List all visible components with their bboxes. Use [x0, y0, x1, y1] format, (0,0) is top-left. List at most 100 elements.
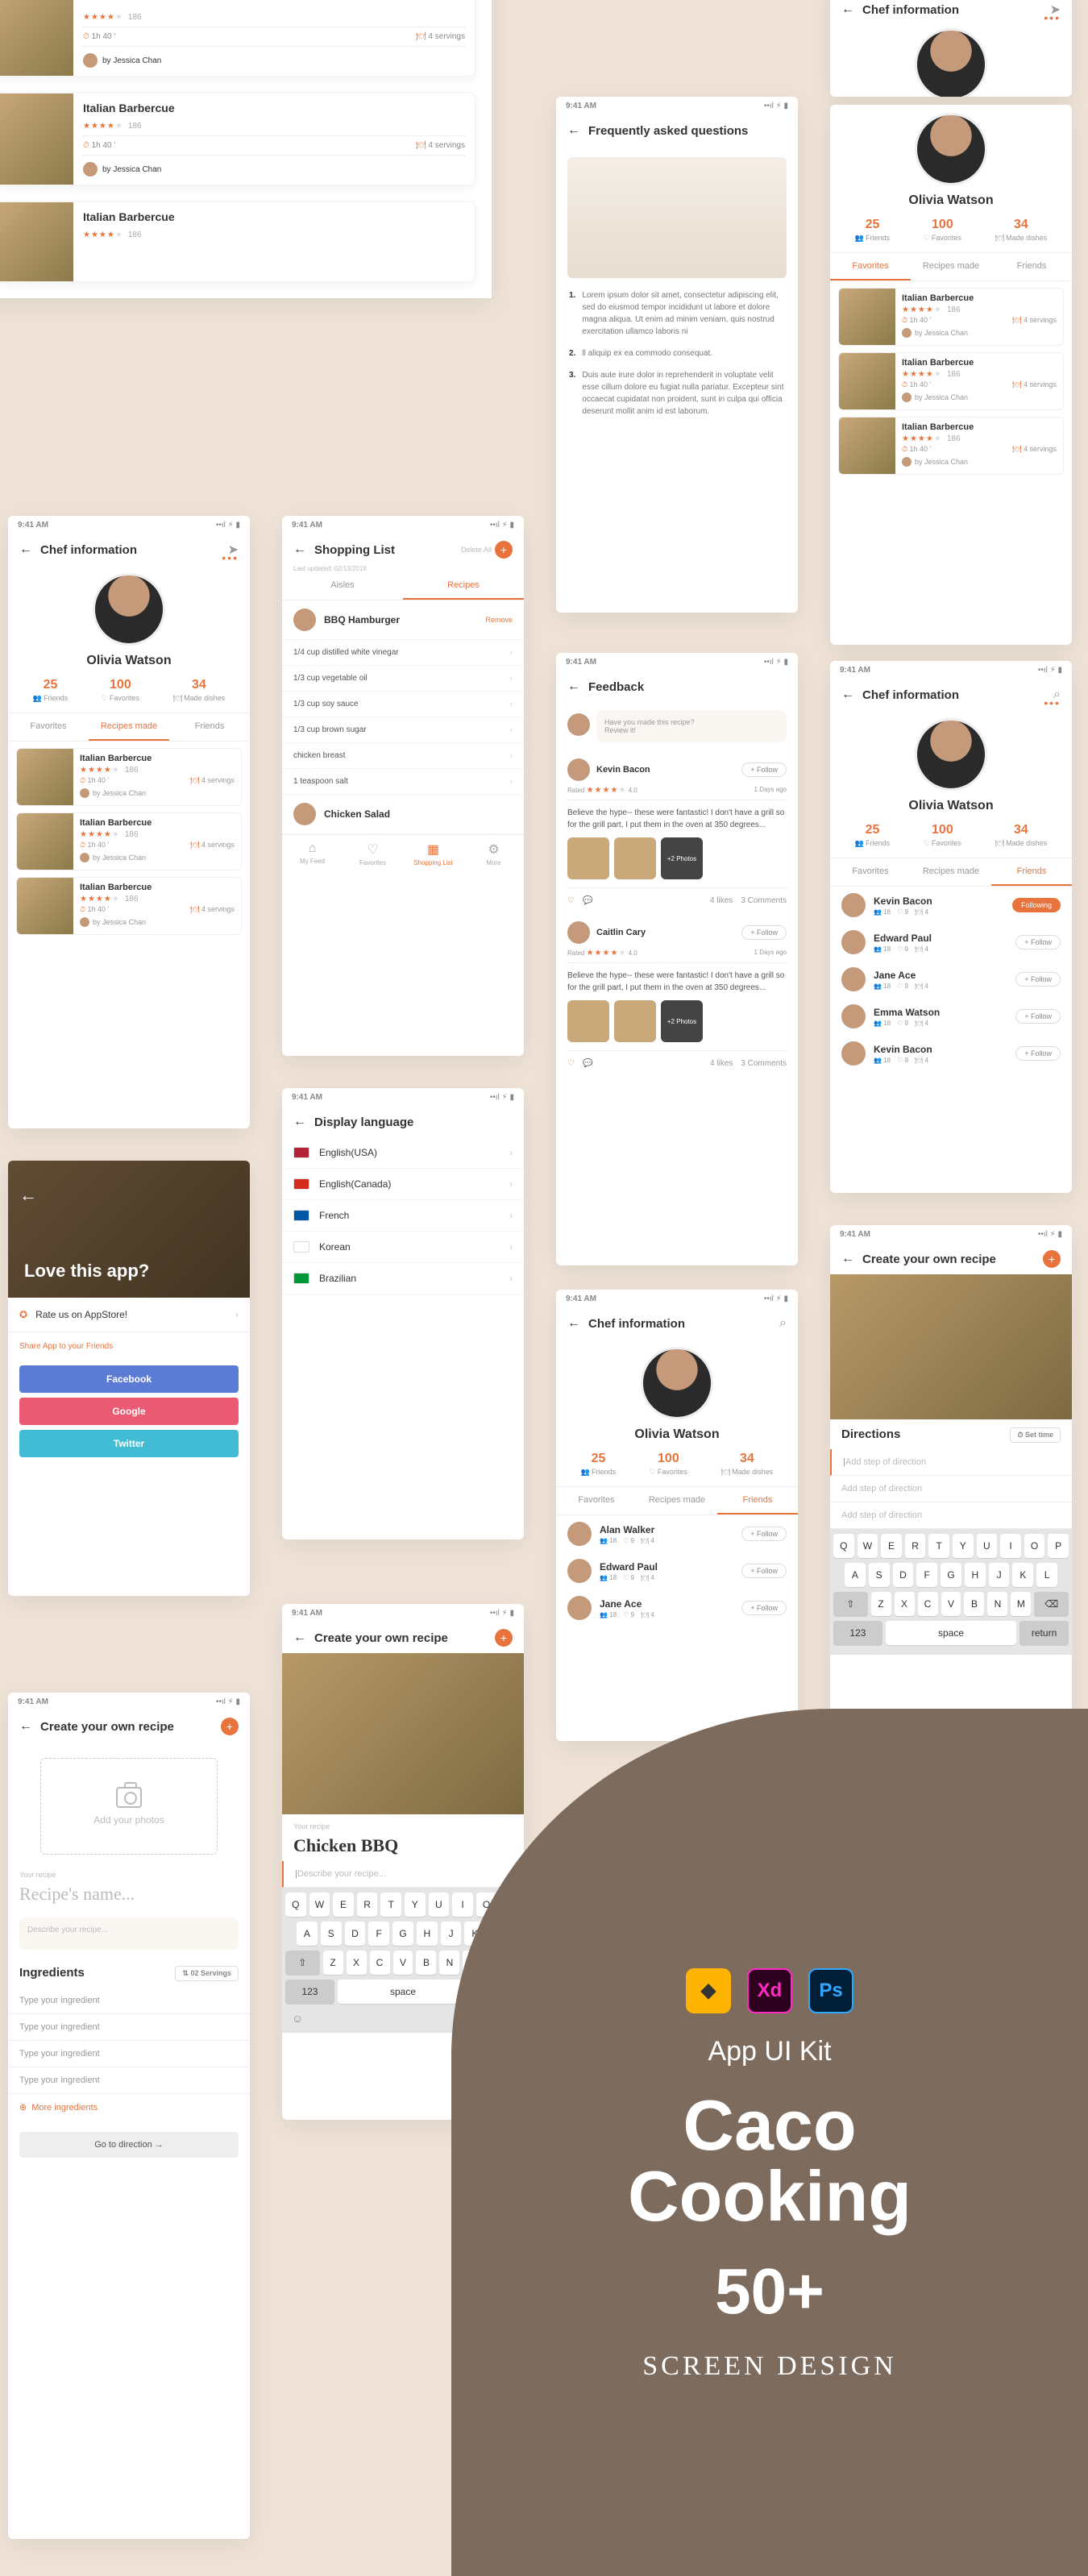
language-row[interactable]: English(Canada)› [282, 1169, 524, 1200]
ingredient-row[interactable]: 1 teaspoon salt› [282, 769, 524, 795]
servings-stepper[interactable]: ⇅ 02 Servings [175, 1966, 239, 1981]
add-photo-zone[interactable]: Add your photos [40, 1758, 218, 1855]
shopping-recipe-row[interactable]: BBQ HamburgerRemove [282, 600, 524, 640]
key[interactable]: Z [871, 1592, 891, 1616]
recipe-desc-input[interactable]: |Describe your recipe... [282, 1861, 524, 1888]
stat-favorites[interactable]: 100♡Favorites [102, 678, 139, 703]
recipe-name-input[interactable]: Chicken BBQ [282, 1830, 524, 1861]
friend-avatar[interactable] [841, 967, 866, 991]
ingredient-input[interactable]: Type your ingredient [8, 1988, 250, 2014]
set-time-button[interactable]: ⏱ Set time [1010, 1427, 1061, 1443]
key[interactable]: R [905, 1534, 926, 1558]
key[interactable]: I [1000, 1534, 1021, 1558]
google-button[interactable]: Google [19, 1398, 239, 1425]
add-button[interactable]: + [1043, 1250, 1061, 1268]
key[interactable]: T [928, 1534, 949, 1558]
key[interactable]: Z [323, 1951, 343, 1975]
small-recipe-card[interactable]: Italian Barbercue ★★★★★186 ⏱ 1h 40 '🍽 4 … [16, 877, 242, 935]
ingredient-row[interactable]: 1/4 cup distilled white vinegar› [282, 640, 524, 666]
tab-friends[interactable]: Friends [169, 713, 250, 741]
back-icon[interactable]: ← [567, 1316, 580, 1331]
more-photos[interactable]: +2 Photos [661, 1000, 703, 1042]
ingredient-input[interactable]: Type your ingredient [8, 2041, 250, 2067]
tab-favorites[interactable]: Favorites [8, 713, 89, 741]
ingredient-row[interactable]: chicken breast› [282, 743, 524, 769]
more-dots-icon[interactable]: ••• [222, 551, 239, 564]
follow-button[interactable]: + Follow [1015, 1009, 1061, 1024]
key[interactable]: Y [405, 1893, 426, 1917]
ingredient-row[interactable]: 1/3 cup soy sauce› [282, 692, 524, 717]
comment-icon[interactable]: 💬 [583, 1059, 592, 1068]
back-icon[interactable]: ← [567, 123, 580, 138]
key[interactable]: G [941, 1563, 961, 1587]
nav-more[interactable]: ⚙More [463, 841, 524, 866]
comment-icon[interactable]: 💬 [583, 896, 592, 905]
more-dots-icon[interactable]: ••• [1044, 11, 1061, 24]
key[interactable]: U [977, 1534, 998, 1558]
language-row[interactable]: Korean› [282, 1232, 524, 1263]
back-icon[interactable]: ← [567, 679, 580, 694]
key[interactable]: E [333, 1893, 354, 1917]
remove-button[interactable]: Remove [485, 616, 513, 624]
follow-button[interactable]: + Follow [1015, 1046, 1061, 1061]
stat-friends[interactable]: 25👥Friends [33, 678, 68, 703]
more-dots-icon[interactable]: ••• [1044, 696, 1061, 709]
key[interactable]: O [1024, 1534, 1045, 1558]
key[interactable]: H [417, 1922, 438, 1946]
like-icon[interactable]: ♡ [567, 896, 575, 905]
nav-favorites[interactable]: ♡Favorites [343, 841, 403, 866]
post-photo[interactable] [614, 1000, 656, 1042]
key[interactable]: W [309, 1893, 330, 1917]
key[interactable]: Q [285, 1893, 306, 1917]
more-ingredients-button[interactable]: ⊕More ingredients [8, 2094, 250, 2121]
key[interactable]: T [380, 1893, 401, 1917]
key[interactable]: L [1036, 1563, 1057, 1587]
post-photo[interactable] [614, 837, 656, 879]
direction-step-input[interactable]: |Add step of direction [830, 1449, 1072, 1476]
key[interactable]: R [357, 1893, 378, 1917]
tab-aisles[interactable]: Aisles [282, 572, 403, 600]
back-icon[interactable]: ← [841, 1252, 854, 1266]
nav-shopping[interactable]: ▦Shopping List [403, 841, 463, 866]
tab-recipes[interactable]: Recipes [403, 572, 524, 600]
key[interactable]: Y [953, 1534, 974, 1558]
recipe-name-input[interactable]: Recipe's name... [8, 1879, 250, 1909]
add-button[interactable]: + [495, 1629, 513, 1647]
add-button[interactable]: + [495, 541, 513, 559]
key[interactable]: U [429, 1893, 450, 1917]
twitter-button[interactable]: Twitter [19, 1430, 239, 1457]
shift-key[interactable]: ⇧ [285, 1951, 320, 1975]
like-icon[interactable]: ♡ [567, 1059, 575, 1068]
back-icon[interactable]: ← [841, 688, 854, 702]
key[interactable]: K [1012, 1563, 1033, 1587]
key[interactable]: S [321, 1922, 342, 1946]
back-icon[interactable]: ← [841, 2, 854, 17]
ingredient-input[interactable]: Type your ingredient [8, 2067, 250, 2094]
key[interactable]: P [1048, 1534, 1069, 1558]
friend-avatar[interactable] [567, 1522, 592, 1546]
friend-avatar[interactable] [841, 1004, 866, 1028]
recipe-card[interactable]: Italian Barbercue ★★★★★186 ⏱ 1h 40 '🍽 4 … [0, 93, 475, 185]
key[interactable]: F [368, 1922, 389, 1946]
key[interactable]: F [916, 1563, 937, 1587]
user-avatar[interactable] [567, 758, 590, 781]
follow-button[interactable]: Following [1012, 898, 1061, 912]
key[interactable]: V [393, 1951, 413, 1975]
small-recipe-card[interactable]: Italian Barbercue ★★★★★186 ⏱ 1h 40 '🍽 4 … [838, 352, 1064, 410]
key[interactable]: D [893, 1563, 914, 1587]
friend-avatar[interactable] [567, 1596, 592, 1620]
follow-button[interactable]: + Follow [741, 1601, 787, 1615]
friend-avatar[interactable] [567, 1559, 592, 1583]
key[interactable]: S [869, 1563, 890, 1587]
key[interactable]: C [370, 1951, 390, 1975]
ingredient-input[interactable]: Type your ingredient [8, 2014, 250, 2041]
more-photos[interactable]: +2 Photos [661, 837, 703, 879]
language-row[interactable]: English(USA)› [282, 1137, 524, 1169]
friend-avatar[interactable] [841, 930, 866, 954]
feedback-prompt[interactable]: Have you made this recipe? Review it! [596, 710, 787, 742]
direction-step-input[interactable]: Add step of direction [830, 1476, 1072, 1502]
follow-button[interactable]: + Follow [741, 925, 787, 940]
post-photo[interactable] [567, 837, 609, 879]
key[interactable]: A [297, 1922, 318, 1946]
space-key[interactable]: space [338, 1980, 468, 2004]
